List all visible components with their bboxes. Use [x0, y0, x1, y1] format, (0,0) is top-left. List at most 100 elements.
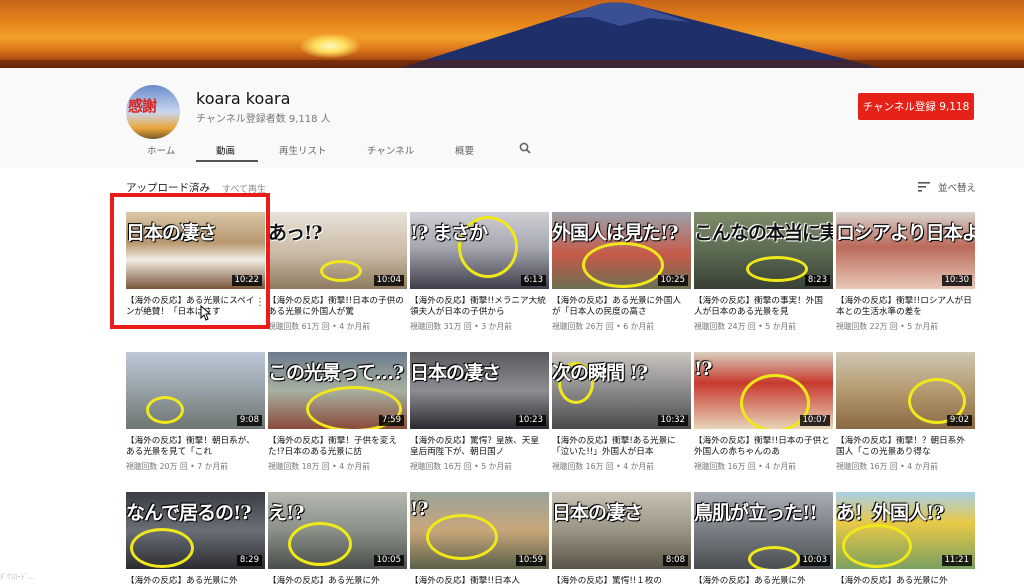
highlight-ring — [748, 546, 800, 569]
thumbnail-caption: ロシアより日本よ!! — [836, 222, 975, 244]
video-meta: 視聴回数 61万 回 • 4 か月前 — [268, 321, 370, 332]
meta-separator: • — [471, 462, 482, 471]
video-duration: 11:21 — [941, 555, 972, 566]
tab-channels[interactable]: チャンネル — [367, 143, 414, 157]
video-duration: 10:32 — [657, 415, 688, 426]
thumbnail-caption: こんなの本当に実在するの? — [694, 222, 833, 244]
video-thumbnail[interactable]: ロシアより日本よ!! 10:30 — [836, 212, 975, 289]
thumbnail-caption: なんで居るの!? — [126, 502, 252, 524]
video-thumbnail[interactable]: !? 10:07 — [694, 352, 833, 429]
highlight-ring — [146, 396, 184, 424]
highlight-ring — [288, 522, 352, 566]
view-count: 視聴回数 26万 回 — [552, 322, 614, 331]
search-icon[interactable] — [519, 142, 531, 154]
thumbnail-caption: あ！外国人!? — [836, 502, 944, 524]
thumbnail-caption: え!? — [268, 502, 304, 524]
video-title[interactable]: 【海外の反応】ある光景に外 — [694, 576, 830, 587]
thumbnail-caption: 日本の凄さ — [410, 362, 501, 384]
video-title[interactable]: 【海外の反応】衝撃!!ロシア人が日本との生活水準の差を — [836, 296, 972, 318]
banner-mountain — [0, 2, 1024, 68]
thumbnail-caption: !? — [410, 498, 428, 520]
channel-avatar[interactable]: 感謝 — [126, 85, 180, 139]
video-title[interactable]: 【海外の反応】驚愕!!１枚の — [552, 576, 688, 587]
upload-age: 7 か月前 — [197, 462, 229, 471]
video-meta: 視聴回数 24万 回 • 5 か月前 — [694, 321, 796, 332]
upload-age: 4 か月前 — [623, 462, 655, 471]
meta-separator: • — [613, 322, 624, 331]
video-duration: 8:23 — [804, 275, 830, 286]
video-thumbnail[interactable]: 日本の凄さ 8:08 — [552, 492, 691, 569]
video-thumbnail[interactable]: 日本の凄さ 10:23 — [410, 352, 549, 429]
video-title[interactable]: 【海外の反応】ある光景に外国人が「日本人の民度の高さ — [552, 296, 688, 318]
upload-age: 5 か月前 — [907, 322, 939, 331]
view-count: 視聴回数 24万 回 — [694, 322, 756, 331]
video-meta: 視聴回数 16万 回 • 4 か月前 — [836, 461, 938, 472]
video-thumbnail[interactable]: !? 10:59 — [410, 492, 549, 569]
video-thumbnail[interactable]: この光景って…? 7:59 — [268, 352, 407, 429]
avatar-text: 感謝 — [128, 97, 157, 115]
tab-home[interactable]: ホーム — [147, 143, 175, 157]
video-duration: 10:59 — [515, 555, 546, 566]
tab-videos[interactable]: 動画 — [216, 143, 235, 157]
subscribe-button[interactable]: チャンネル登録 9,118 — [858, 93, 974, 120]
video-title[interactable]: 【海外の反応】衝撃!ある光景に「泣いた!!」外国人が日本 — [552, 436, 688, 458]
meta-separator: • — [897, 322, 908, 331]
view-count: 視聴回数 16万 回 — [410, 462, 472, 471]
video-duration: 8:08 — [662, 555, 688, 566]
video-duration: 10:03 — [799, 555, 830, 566]
upload-age: 5 か月前 — [481, 462, 513, 471]
tab-playlists[interactable]: 再生リスト — [279, 143, 327, 157]
sort-button[interactable]: 並べ替え — [918, 180, 976, 194]
video-duration: 7:59 — [378, 415, 404, 426]
video-meta: 視聴回数 20万 回 • 7 か月前 — [126, 461, 228, 472]
video-thumbnail[interactable]: あっ!? 10:04 — [268, 212, 407, 289]
video-title[interactable]: 【海外の反応】ある光景に外 — [126, 576, 262, 587]
channel-banner — [0, 0, 1024, 68]
video-meta: 視聴回数 22万 回 • 5 か月前 — [836, 321, 938, 332]
view-count: 視聴回数 31万 回 — [410, 322, 472, 331]
tab-about[interactable]: 概要 — [455, 143, 474, 157]
meta-separator: • — [897, 462, 908, 471]
video-title[interactable]: 【海外の反応】衝撃！子供を変えた!?日本のある光景に訪 — [268, 436, 404, 458]
video-title[interactable]: 【海外の反応】衝撃！？朝日系外国人「この光景あり得な — [836, 436, 972, 458]
highlight-ring — [426, 514, 498, 560]
video-title[interactable]: 【海外の反応】衝撃!!メラニア大統領夫人が日本の子供から — [410, 296, 546, 318]
video-thumbnail[interactable]: 次の瞬間 !? 10:32 — [552, 352, 691, 429]
video-title[interactable]: 【海外の反応】衝撃!!日本人 — [410, 576, 546, 587]
video-title[interactable]: 【海外の反応】衝撃!!日本の子供のある光景に外国人が驚 — [268, 296, 404, 318]
video-meta: 視聴回数 16万 回 • 4 か月前 — [694, 461, 796, 472]
video-duration: 10:23 — [515, 415, 546, 426]
channel-tabs: ホーム 動画 再生リスト チャンネル 概要 — [0, 136, 1024, 164]
video-thumbnail[interactable]: 鳥肌が立った!! 10:03 — [694, 492, 833, 569]
video-thumbnail[interactable]: 9:08 — [126, 352, 265, 429]
active-tab-indicator — [196, 160, 258, 162]
video-title[interactable]: 【海外の反応】ある光景に外 — [268, 576, 404, 587]
video-title[interactable]: 【海外の反応】衝撃!!日本の子供と外国人の赤ちゃんのあ — [694, 436, 830, 458]
video-duration: 8:29 — [236, 555, 262, 566]
video-title[interactable]: 【海外の反応】驚愕？皇族、天皇皇后両陛下が、朝日国ノ — [410, 436, 546, 458]
view-count: 視聴回数 61万 回 — [268, 322, 330, 331]
meta-separator: • — [613, 462, 624, 471]
highlight-ring — [746, 256, 808, 282]
thumbnail-caption: この光景って…? — [268, 362, 404, 384]
video-title[interactable]: 【海外の反応】ある光景に外 — [836, 576, 972, 587]
video-thumbnail[interactable]: !? まさか 6:13 — [410, 212, 549, 289]
view-count: 視聴回数 16万 回 — [694, 462, 756, 471]
thumbnail-caption: !? まさか — [410, 222, 488, 244]
video-thumbnail[interactable]: こんなの本当に実在するの? 8:23 — [694, 212, 833, 289]
video-thumbnail[interactable]: あ！外国人!? 11:21 — [836, 492, 975, 569]
video-duration: 10:25 — [657, 275, 688, 286]
video-meta: 視聴回数 18万 回 • 4 か月前 — [268, 461, 370, 472]
upload-age: 4 か月前 — [339, 322, 371, 331]
view-count: 視聴回数 20万 回 — [126, 462, 188, 471]
video-title[interactable]: 【海外の反応】衝撃！朝日系が、ある光景を見て「これ — [126, 436, 262, 458]
video-duration: 10:04 — [373, 275, 404, 286]
subscriber-count: チャンネル登録者数 9,118 人 — [196, 114, 331, 125]
more-actions-icon[interactable]: ⋮ — [255, 297, 265, 308]
video-duration: 9:02 — [946, 415, 972, 426]
video-title[interactable]: 【海外の反応】衝撃の事実！外国人が日本のある光景を見 — [694, 296, 830, 318]
video-thumbnail[interactable]: 外国人は見た!? 10:25 — [552, 212, 691, 289]
video-thumbnail[interactable]: なんで居るの!? 8:29 — [126, 492, 265, 569]
video-thumbnail[interactable]: 9:02 — [836, 352, 975, 429]
video-thumbnail[interactable]: え!? 10:05 — [268, 492, 407, 569]
